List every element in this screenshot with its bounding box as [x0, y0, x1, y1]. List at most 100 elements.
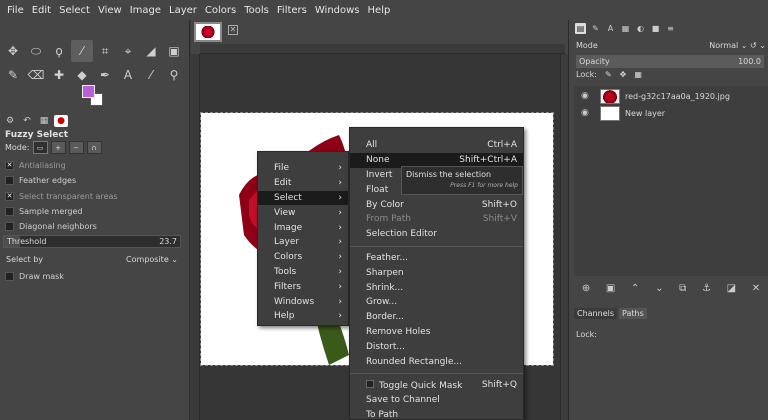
select-transparent-option[interactable]: ✕ Select transparent areas [5, 192, 118, 201]
fuzzy-select-icon[interactable]: ⁄ [71, 40, 93, 62]
fonts-tab-icon[interactable]: A [605, 23, 616, 34]
mode-replace-button[interactable]: ▭ [32, 141, 48, 154]
path-icon[interactable]: ✒ [94, 64, 116, 86]
select-submenu-item[interactable]: Save to Channel [350, 393, 523, 408]
crop-icon[interactable]: ⌗ [94, 40, 116, 62]
diagonal-neighbors-checkbox[interactable] [5, 222, 14, 231]
select-transparent-checkbox[interactable]: ✕ [5, 192, 14, 201]
duplicate-layer-icon[interactable]: ⧉ [679, 283, 686, 297]
mode-intersect-button[interactable]: ∩ [86, 141, 102, 154]
mode-add-button[interactable]: + [50, 141, 66, 154]
select-submenu-item[interactable]: Rounded Rectangle... [350, 354, 523, 369]
tool-options-tab-icon[interactable]: ⚙ [3, 115, 17, 127]
tab-paths[interactable]: Paths [619, 308, 647, 319]
select-submenu-item[interactable]: Remove Holes [350, 325, 523, 340]
feather-edges-checkbox[interactable] [5, 176, 14, 185]
free-select-icon[interactable]: ϙ [48, 40, 70, 62]
brush-tab-icon[interactable]: ✎ [590, 23, 601, 34]
paintbrush-icon[interactable]: ✎ [2, 64, 24, 86]
menu-image[interactable]: Image [126, 5, 165, 16]
menu-tools[interactable]: Tools [240, 5, 273, 16]
foreground-color-swatch[interactable] [82, 85, 95, 98]
new-group-icon[interactable]: ▣ [606, 283, 615, 297]
menu-windows[interactable]: Windows [311, 5, 364, 16]
mode-subtract-button[interactable]: − [68, 141, 84, 154]
sample-merged-option[interactable]: Sample merged [5, 207, 82, 216]
menu-file[interactable]: File [3, 5, 28, 16]
smudge-icon[interactable]: ◆ [71, 64, 93, 86]
lock-position-icon[interactable]: ✥ [620, 70, 627, 79]
layer-mode-dropdown[interactable]: Normal ⌄ ↺ ⌄ [709, 41, 766, 50]
threshold-slider[interactable]: Threshold 23.7 [3, 235, 181, 248]
select-submenu-item[interactable]: All Ctrl+A [350, 138, 523, 153]
raise-layer-icon[interactable]: ⌃ [631, 283, 639, 297]
menu-view[interactable]: View [94, 5, 126, 16]
gradient-tab-icon[interactable]: ◐ [635, 23, 646, 34]
diagonal-neighbors-option[interactable]: Diagonal neighbors [5, 222, 97, 231]
feather-edges-option[interactable]: Feather edges [5, 176, 76, 185]
context-menu-item[interactable]: Windows › [258, 294, 348, 309]
context-menu-item[interactable]: Tools › [258, 265, 348, 280]
select-submenu-item[interactable]: Distort... [350, 339, 523, 354]
eye-icon[interactable]: ◉ [581, 108, 595, 118]
lock-alpha-icon[interactable]: ▦ [634, 70, 642, 79]
context-menu-item[interactable]: File › [258, 161, 348, 176]
brushes-tab-icon[interactable]: ▦ [37, 115, 51, 127]
antialiasing-checkbox[interactable]: ✕ [5, 161, 14, 170]
menu-edit[interactable]: Edit [28, 5, 55, 16]
mask-layer-icon[interactable]: ◪ [727, 283, 736, 297]
antialiasing-option[interactable]: ✕ Antialiasing [5, 161, 66, 170]
menu-colors[interactable]: Colors [201, 5, 240, 16]
select-submenu-item[interactable]: To Path [350, 408, 523, 420]
context-menu-item[interactable]: Edit › [258, 176, 348, 191]
context-menu-item[interactable]: Select › [258, 190, 348, 206]
zoom-icon[interactable]: ⚲ [163, 64, 185, 86]
context-menu-item[interactable]: Layer › [258, 235, 348, 250]
layer-row[interactable]: ◉ New layer [574, 104, 768, 122]
menu-filters[interactable]: Filters [273, 5, 311, 16]
layers-tab-icon[interactable]: ▤ [575, 22, 586, 34]
layer-row[interactable]: ◉ red-g32c17aa0a_1920.jpg [574, 87, 768, 105]
quick-mask-checkbox[interactable] [366, 379, 374, 388]
context-menu-item[interactable]: Image › [258, 220, 348, 235]
bucket-fill-icon[interactable]: ▣ [163, 40, 185, 62]
text-icon[interactable]: A [117, 64, 139, 86]
eye-icon[interactable]: ◉ [581, 91, 595, 101]
sample-merged-checkbox[interactable] [5, 207, 14, 216]
lock-pixels-icon[interactable]: ✎ [605, 70, 612, 79]
vertical-scrollbar[interactable] [560, 54, 568, 420]
select-submenu-item[interactable]: By Color Shift+O [350, 197, 523, 212]
select-submenu-item[interactable]: Grow... [350, 295, 523, 310]
ellipse-select-icon[interactable]: ⬭ [25, 40, 47, 62]
move-icon[interactable]: ✥ [2, 40, 24, 62]
draw-mask-option[interactable]: Draw mask [5, 272, 64, 281]
select-submenu-item[interactable]: Border... [350, 310, 523, 325]
select-by-dropdown[interactable]: Select by Composite ⌄ [3, 252, 181, 266]
pattern-tab-icon[interactable]: ▦ [620, 23, 631, 34]
select-submenu-item[interactable]: Shrink... [350, 280, 523, 295]
new-layer-icon[interactable]: ⊕ [582, 283, 590, 297]
select-submenu-item[interactable]: Feather... [350, 251, 523, 266]
context-menu-item[interactable]: View › [258, 205, 348, 220]
close-tab-icon[interactable]: ✕ [228, 25, 238, 35]
warp-icon[interactable]: ⌖ [117, 40, 139, 62]
menu-select[interactable]: Select [55, 5, 94, 16]
lower-layer-icon[interactable]: ⌄ [655, 283, 663, 297]
context-menu-item[interactable]: Help › [258, 309, 348, 324]
palette-tab-icon[interactable]: ■ [650, 23, 661, 34]
draw-mask-checkbox[interactable] [5, 272, 14, 281]
reset-icon[interactable]: ↺ [750, 41, 757, 50]
heal-icon[interactable]: ✚ [48, 64, 70, 86]
images-tab-icon[interactable]: ● [54, 115, 68, 127]
context-menu-item[interactable]: Filters › [258, 279, 348, 294]
eraser-icon[interactable]: ⌫ [25, 64, 47, 86]
anchor-layer-icon[interactable]: ⚓ [702, 283, 711, 297]
menu-tab-icon[interactable]: ≡ [665, 23, 676, 34]
delete-layer-icon[interactable]: ✕ [752, 283, 760, 297]
select-submenu-item[interactable]: Selection Editor [350, 227, 523, 242]
menu-layer[interactable]: Layer [165, 5, 201, 16]
undo-history-tab-icon[interactable]: ↶ [20, 115, 34, 127]
opacity-slider[interactable]: Opacity 100.0 [576, 55, 764, 68]
select-submenu-item[interactable]: From Path Shift+V [350, 212, 523, 227]
menu-help[interactable]: Help [364, 5, 395, 16]
